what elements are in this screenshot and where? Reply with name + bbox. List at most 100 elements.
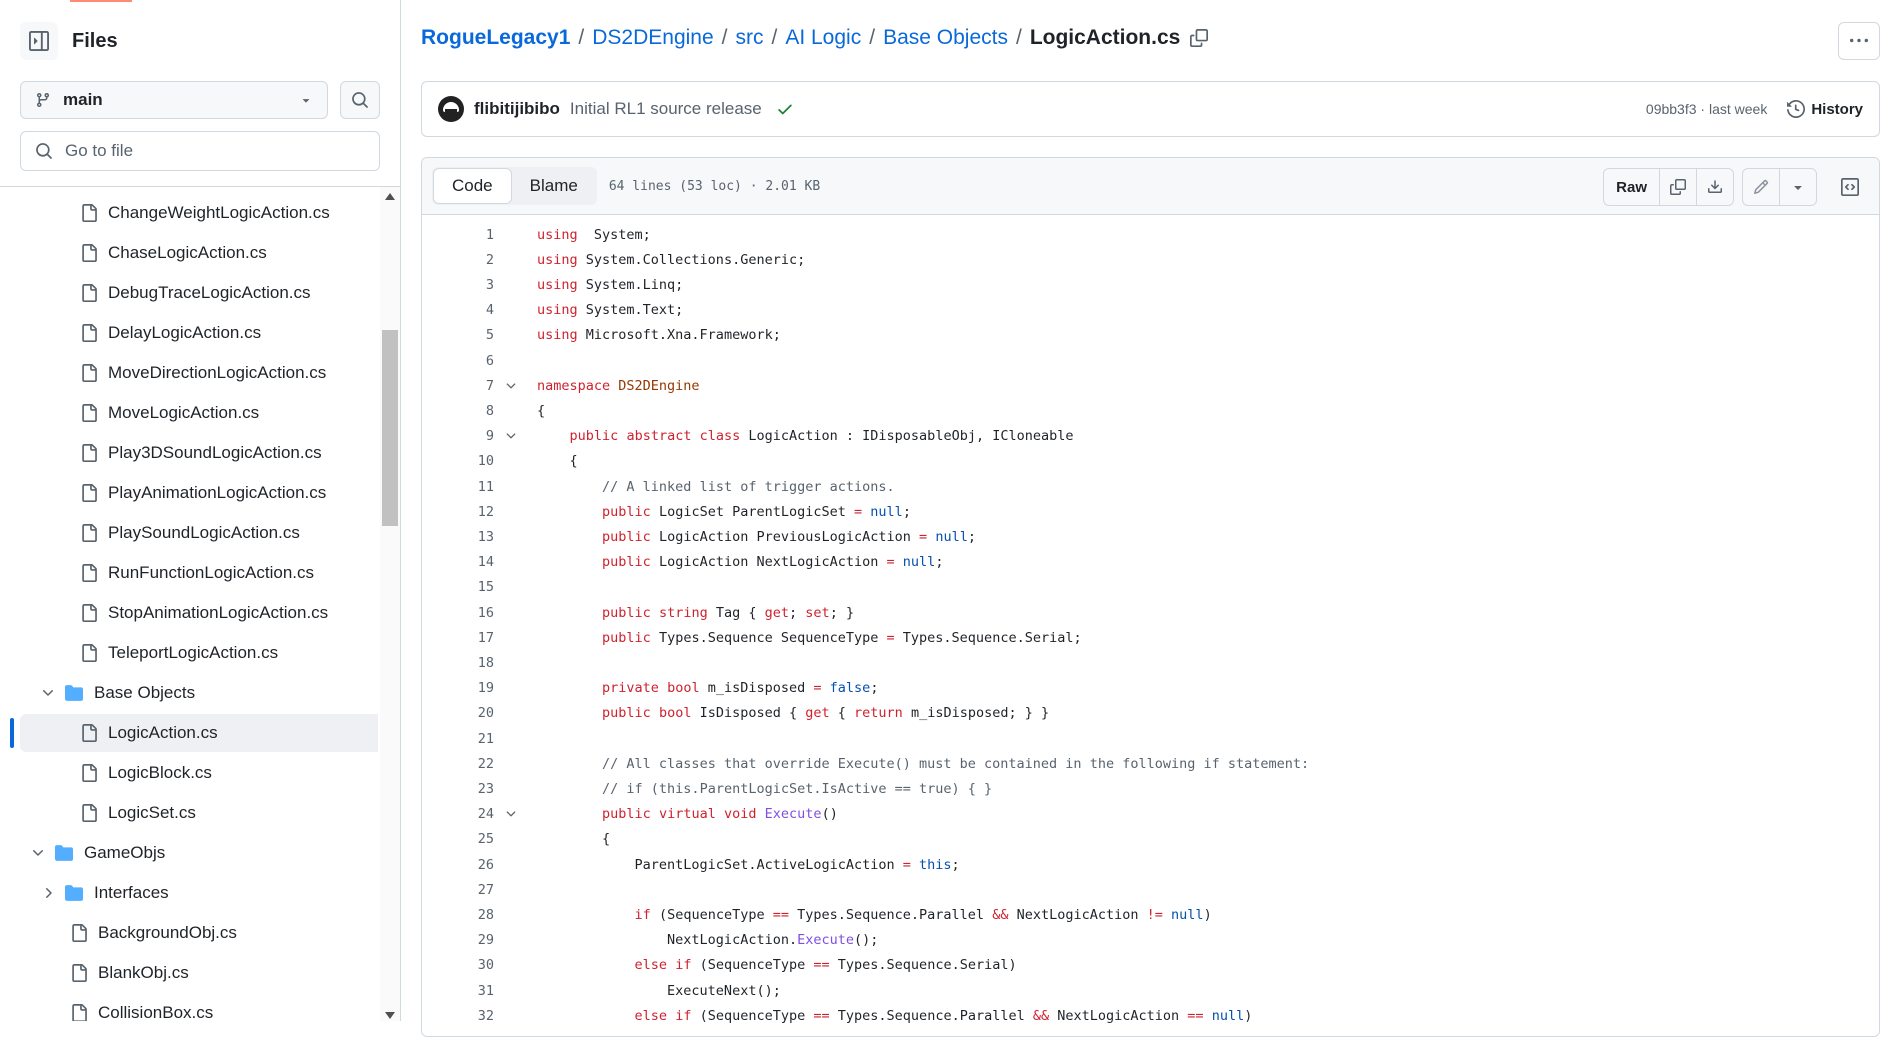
- fold-toggle-icon[interactable]: [504, 379, 518, 393]
- line-number[interactable]: 22: [422, 756, 494, 772]
- avatar[interactable]: [438, 96, 464, 122]
- code-text: else if (SequenceType == Types.Sequence.…: [634, 1007, 1253, 1024]
- tree-file[interactable]: LogicAction.cs: [20, 714, 378, 752]
- tree-file[interactable]: TeleportLogicAction.cs: [20, 634, 378, 672]
- line-number[interactable]: 30: [422, 957, 494, 973]
- line-number[interactable]: 21: [422, 731, 494, 747]
- line-number[interactable]: 26: [422, 857, 494, 873]
- commit-author-link[interactable]: flibitijibibo: [474, 99, 560, 119]
- tree-file[interactable]: LogicBlock.cs: [20, 754, 378, 792]
- breadcrumb-link-src[interactable]: src: [735, 26, 763, 50]
- breadcrumb-link-ds2dengine[interactable]: DS2DEngine: [592, 26, 713, 50]
- breadcrumb-link-base-objects[interactable]: Base Objects: [883, 26, 1008, 50]
- tree-file[interactable]: BackgroundObj.cs: [20, 914, 378, 952]
- line-number[interactable]: 1: [422, 227, 494, 243]
- line-number[interactable]: 28: [422, 907, 494, 923]
- tree-file[interactable]: MoveLogicAction.cs: [20, 394, 378, 432]
- collapse-sidebar-button[interactable]: [20, 22, 58, 60]
- line-number[interactable]: 27: [422, 882, 494, 898]
- line-number[interactable]: 18: [422, 655, 494, 671]
- line-number[interactable]: 10: [422, 453, 494, 469]
- breadcrumb-separator: /: [771, 26, 778, 49]
- tree-file[interactable]: ChangeWeightLogicAction.cs: [20, 194, 378, 232]
- line-number[interactable]: 8: [422, 403, 494, 419]
- code-line: 11 // A linked list of trigger actions.: [422, 474, 1879, 499]
- line-number[interactable]: 3: [422, 277, 494, 293]
- code-text: ParentLogicSet.ActiveLogicAction = this;: [537, 856, 960, 873]
- line-number[interactable]: 32: [422, 1008, 494, 1024]
- check-status-button[interactable]: [776, 100, 794, 118]
- code-line: 28 if (SequenceType == Types.Sequence.Pa…: [422, 902, 1879, 927]
- line-number[interactable]: 24: [422, 806, 494, 822]
- line-number[interactable]: 7: [422, 378, 494, 394]
- tree-file[interactable]: DelayLogicAction.cs: [20, 314, 378, 352]
- code-text: // if (this.ParentLogicSet.IsActive == t…: [602, 780, 993, 797]
- breadcrumb-link-ai-logic[interactable]: AI Logic: [785, 26, 861, 50]
- symbols-panel-button[interactable]: [1831, 169, 1869, 205]
- line-number[interactable]: 17: [422, 630, 494, 646]
- line-number[interactable]: 9: [422, 428, 494, 444]
- more-options-button[interactable]: [1838, 22, 1880, 60]
- code-text: public LogicSet ParentLogicSet = null;: [602, 503, 911, 520]
- line-number[interactable]: 11: [422, 479, 494, 495]
- line-number[interactable]: 31: [422, 983, 494, 999]
- tree-file[interactable]: DebugTraceLogicAction.cs: [20, 274, 378, 312]
- tab-code[interactable]: Code: [433, 168, 512, 204]
- tree-file[interactable]: Play3DSoundLogicAction.cs: [20, 434, 378, 472]
- latest-commit-box: flibitijibibo Initial RL1 source release…: [421, 81, 1880, 137]
- line-number[interactable]: 16: [422, 605, 494, 621]
- code-text: public LogicAction PreviousLogicAction =…: [602, 528, 976, 545]
- branch-selector-button[interactable]: main: [20, 81, 328, 119]
- edit-file-button[interactable]: [1743, 169, 1779, 205]
- line-number[interactable]: 25: [422, 831, 494, 847]
- line-number[interactable]: 12: [422, 504, 494, 520]
- file-icon: [82, 444, 97, 462]
- triangle-down-icon: [302, 99, 310, 103]
- commit-sha-and-time[interactable]: 09bb3f3 · last week: [1646, 101, 1767, 117]
- commit-message-link[interactable]: Initial RL1 source release: [570, 99, 762, 119]
- tree-file[interactable]: BlankObj.cs: [20, 954, 378, 992]
- line-number[interactable]: 15: [422, 579, 494, 595]
- tree-folder[interactable]: Interfaces: [20, 874, 378, 912]
- tree-file[interactable]: StopAnimationLogicAction.cs: [20, 594, 378, 632]
- tab-blame[interactable]: Blame: [512, 168, 596, 204]
- line-number[interactable]: 6: [422, 353, 494, 369]
- copy-raw-button[interactable]: [1659, 169, 1696, 205]
- tree-file[interactable]: ChaseLogicAction.cs: [20, 234, 378, 272]
- code-text: // A linked list of trigger actions.: [602, 478, 895, 495]
- line-number[interactable]: 5: [422, 327, 494, 343]
- download-button[interactable]: [1696, 169, 1733, 205]
- sidebar-scrollbar[interactable]: [380, 187, 400, 1021]
- tree-folder[interactable]: GameObjs: [20, 834, 368, 872]
- line-number[interactable]: 23: [422, 781, 494, 797]
- code-line: 25 {: [422, 827, 1879, 852]
- fold-toggle-icon[interactable]: [504, 429, 518, 443]
- tree-file[interactable]: CollisionBox.cs: [20, 994, 378, 1021]
- tree-folder[interactable]: Base Objects: [20, 674, 378, 712]
- copy-path-button[interactable]: [1190, 29, 1209, 47]
- edit-options-dropdown[interactable]: [1779, 169, 1816, 205]
- tree-file[interactable]: RunFunctionLogicAction.cs: [20, 554, 378, 592]
- fold-toggle-icon[interactable]: [504, 807, 518, 821]
- line-number[interactable]: 29: [422, 932, 494, 948]
- raw-button[interactable]: Raw: [1604, 169, 1659, 205]
- line-number[interactable]: 14: [422, 554, 494, 570]
- line-number[interactable]: 2: [422, 252, 494, 268]
- tree-file[interactable]: PlaySoundLogicAction.cs: [20, 514, 378, 552]
- tree-file[interactable]: MoveDirectionLogicAction.cs: [20, 354, 378, 392]
- breadcrumb-repo-link[interactable]: RogueLegacy1: [421, 26, 570, 50]
- search-files-button[interactable]: [340, 81, 380, 119]
- line-number[interactable]: 13: [422, 529, 494, 545]
- code-line: 19 private bool m_isDisposed = false;: [422, 676, 1879, 701]
- scroll-up-arrow[interactable]: [385, 193, 395, 200]
- go-to-file-field[interactable]: [20, 131, 380, 171]
- tree-file[interactable]: LogicSet.cs: [20, 794, 378, 832]
- line-number[interactable]: 19: [422, 680, 494, 696]
- line-number[interactable]: 4: [422, 302, 494, 318]
- scroll-down-arrow[interactable]: [385, 1012, 395, 1019]
- line-number[interactable]: 20: [422, 705, 494, 721]
- tree-file[interactable]: PlayAnimationLogicAction.cs: [20, 474, 378, 512]
- go-to-file-input[interactable]: [63, 140, 365, 162]
- scroll-thumb[interactable]: [382, 330, 398, 526]
- history-button[interactable]: History: [1787, 100, 1863, 118]
